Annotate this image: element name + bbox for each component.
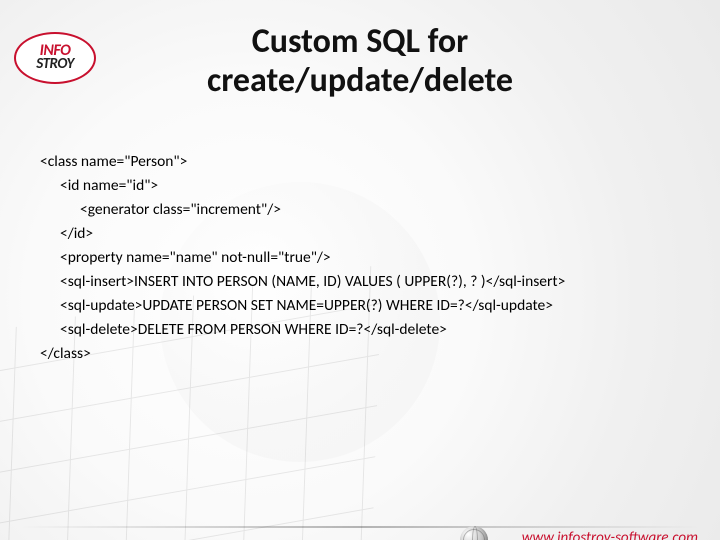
footer: www.infostroy-software.com [0, 526, 720, 540]
code-line: <class name="Person"> [40, 150, 680, 174]
code-line: </class> [40, 342, 680, 366]
slide-title: Custom SQL for create/update/delete [0, 22, 720, 100]
code-block: <class name="Person"> <id name="id"> <ge… [40, 150, 680, 366]
code-line: <property name="name" not-null="true"/> [40, 246, 680, 270]
logo-line-2: STROY [36, 58, 73, 72]
code-line: <sql-update>UPDATE PERSON SET NAME=UPPER… [40, 294, 680, 318]
code-line: <sql-insert>INSERT INTO PERSON (NAME, ID… [40, 270, 680, 294]
code-line: <generator class="increment"/> [40, 198, 680, 222]
title-line-1: Custom SQL for [252, 21, 469, 62]
code-line: </id> [40, 222, 680, 246]
globe-icon [460, 526, 488, 540]
title-line-2: create/update/delete [207, 60, 513, 101]
code-line: <sql-delete>DELETE FROM PERSON WHERE ID=… [40, 318, 680, 342]
footer-url: www.infostroy-software.com [522, 529, 698, 540]
code-line: <id name="id"> [40, 174, 680, 198]
company-logo: INFO STROY [14, 32, 96, 84]
